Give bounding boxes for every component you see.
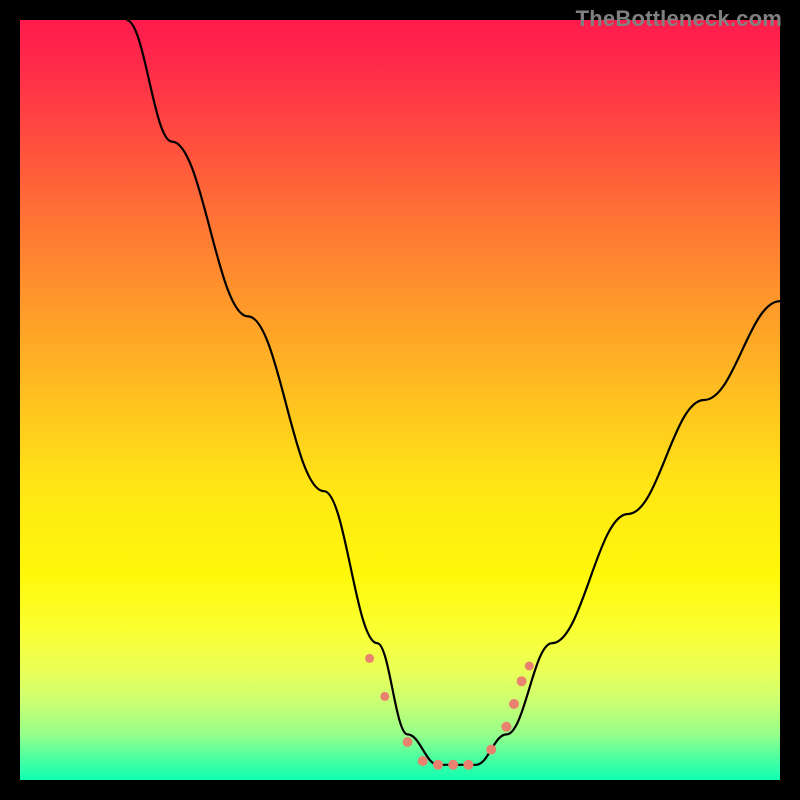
chart-frame: TheBottleneck.com [0, 0, 800, 800]
curve-marker [463, 760, 473, 770]
curve-marker [418, 756, 428, 766]
curve-marker [380, 692, 389, 701]
curve-marker [365, 654, 374, 663]
curve-marker [525, 662, 534, 671]
bottleneck-curve-group [126, 20, 780, 770]
curve-markers [365, 654, 534, 770]
curve-marker [509, 699, 519, 709]
curve-marker [501, 722, 511, 732]
curve-marker [517, 676, 527, 686]
curve-marker [486, 745, 496, 755]
curve-svg-layer [20, 20, 780, 780]
watermark-text: TheBottleneck.com [576, 6, 782, 32]
bottleneck-curve [126, 20, 780, 765]
curve-marker [433, 760, 443, 770]
curve-marker [448, 760, 458, 770]
curve-marker [403, 737, 413, 747]
